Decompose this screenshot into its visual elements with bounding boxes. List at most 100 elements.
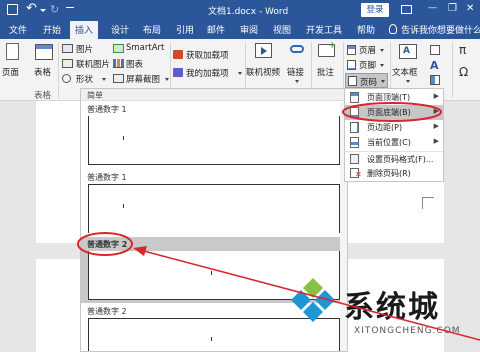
equation-icon[interactable]: π	[459, 44, 466, 56]
group-divider	[58, 42, 59, 98]
submenu-arrow-icon: ▶	[433, 92, 439, 100]
comment-label: 批注	[317, 68, 335, 78]
comment-plus-icon: +	[328, 40, 337, 51]
table-button[interactable]: 表格	[31, 41, 57, 87]
menu-item-top-of-page[interactable]: 页面顶端(T) ▶	[345, 90, 443, 105]
menu-item-label: 页边距(P)	[367, 123, 403, 132]
tab-file[interactable]: 文件	[9, 23, 27, 36]
shapes-dropdown-icon	[102, 78, 106, 81]
undo-icon[interactable]: ↶	[26, 1, 37, 17]
tab-insert[interactable]: 插入	[70, 21, 99, 39]
login-label: 登录	[366, 5, 384, 15]
chart-label: 图表	[126, 60, 144, 70]
my-addins-label: 我的加载项	[186, 69, 229, 79]
online-pictures-button[interactable]: 联机图片	[62, 57, 114, 71]
page-bottom-icon	[350, 107, 359, 118]
tab-review[interactable]: 审阅	[240, 23, 258, 36]
comment-button[interactable]: + 批注	[314, 41, 340, 87]
footer-button[interactable]: 页脚	[347, 58, 389, 72]
menu-item-page-margins[interactable]: 页边距(P) ▶	[345, 120, 443, 135]
my-addins-button[interactable]: 我的加载项	[173, 66, 243, 80]
footer-icon	[347, 60, 356, 70]
tab-references[interactable]: 引用	[176, 23, 194, 36]
menu-item-remove-page-numbers[interactable]: ✕ 删除页码(R)	[345, 166, 443, 181]
chart-button[interactable]: 图表	[113, 57, 153, 71]
gallery-item-label: 普通数字 2	[87, 240, 128, 249]
page-number-label: 页码	[360, 78, 378, 88]
menu-item-label: 当前位置(C)	[367, 138, 411, 147]
header-dropdown-icon	[380, 49, 384, 52]
my-addins-dropdown-icon	[238, 72, 242, 75]
tab-design[interactable]: 设计	[111, 23, 129, 36]
get-addins-button[interactable]: 获取加载项	[173, 48, 237, 62]
wordart-icon[interactable]: A	[430, 60, 439, 71]
table-icon	[35, 44, 53, 60]
close-button[interactable]: ✕	[466, 3, 474, 14]
title-bar: ↶ ↻ 文档1.docx - Word 登录 — ❐ ✕	[0, 0, 480, 20]
quick-parts-icon[interactable]	[430, 45, 440, 55]
shapes-button[interactable]: 形状	[62, 72, 114, 86]
watermark-logo: 系统城 XITONGCHENG.COM	[288, 268, 480, 352]
minimize-button[interactable]: —	[428, 3, 437, 13]
menu-item-bottom-of-page[interactable]: 页面底端(B) ▶	[345, 105, 443, 120]
menu-item-label: 页面底端(B)	[367, 108, 411, 117]
link-button[interactable]: 链接	[284, 41, 310, 87]
gallery-section-label: 简单	[87, 91, 103, 100]
ribbon-display-options-icon[interactable]	[401, 5, 412, 14]
menu-item-label: 删除页码(R)	[367, 169, 411, 178]
page-number-icon	[348, 76, 357, 86]
menu-item-format-page-numbers[interactable]: 设置页码格式(F)...	[345, 151, 443, 166]
smartart-label: SmartArt	[126, 43, 165, 53]
gallery-item[interactable]: 普通数字 1	[81, 170, 347, 236]
header-label: 页眉	[359, 46, 377, 56]
current-position-icon	[350, 137, 359, 148]
store-icon	[173, 50, 183, 59]
undo-dropdown-icon[interactable]	[40, 9, 46, 12]
screenshot-icon	[113, 74, 124, 83]
menu-item-current-position[interactable]: 当前位置(C) ▶	[345, 135, 443, 150]
screenshot-dropdown-icon	[165, 78, 169, 81]
pages-label: 页面	[2, 68, 20, 78]
gallery-item-preview	[88, 116, 340, 165]
tell-me-search[interactable]: 告诉我你想要做什么	[401, 23, 480, 36]
page-number-mark	[211, 271, 212, 275]
page-number-mark	[211, 337, 212, 341]
screenshot-button[interactable]: 屏幕截图	[113, 72, 169, 86]
textbox-button[interactable]: A 文本框	[391, 41, 425, 87]
login-button[interactable]: 登录	[361, 3, 389, 17]
pages-icon	[6, 43, 19, 60]
lightbulb-icon	[389, 24, 397, 34]
symbol-icon[interactable]: Ω	[459, 66, 468, 78]
chart-icon	[113, 59, 124, 68]
gallery-item-preview	[88, 184, 340, 233]
gallery-section-header: 简单	[81, 89, 347, 101]
smartart-icon	[113, 44, 124, 53]
customize-toolbar-icon[interactable]	[66, 7, 74, 13]
tab-layout[interactable]: 布局	[143, 23, 161, 36]
menu-item-label: 页面顶端(T)	[367, 93, 411, 102]
textbox-label: 文本框	[392, 68, 418, 78]
online-video-label: 联机视频	[246, 68, 281, 78]
group-divider	[452, 42, 453, 98]
page-number-button[interactable]: 页码	[345, 73, 388, 88]
smartart-button[interactable]: SmartArt	[113, 42, 165, 56]
tab-home[interactable]: 开始	[43, 23, 61, 36]
online-video-button[interactable]: 联机视频	[246, 41, 280, 87]
tab-mailings[interactable]: 邮件	[207, 23, 225, 36]
tab-help[interactable]: 帮助	[357, 23, 375, 36]
dropcap-icon[interactable]	[430, 75, 440, 85]
gallery-item-label: 普通数字 1	[87, 105, 127, 114]
footer-label: 页脚	[359, 61, 377, 71]
pictures-label: 图片	[76, 45, 94, 55]
pages-button[interactable]: 页面	[1, 41, 25, 87]
maximize-button[interactable]: ❐	[448, 3, 457, 14]
tab-view[interactable]: 视图	[273, 23, 291, 36]
redo-icon[interactable]: ↻	[50, 2, 59, 18]
gallery-item[interactable]: 普通数字 1	[81, 102, 347, 168]
tab-developer[interactable]: 开发工具	[306, 23, 342, 36]
table-label: 表格	[34, 68, 52, 78]
header-button[interactable]: 页眉	[347, 43, 389, 57]
save-icon[interactable]	[7, 4, 18, 15]
pictures-button[interactable]: 图片	[62, 42, 112, 56]
get-addins-label: 获取加载项	[186, 51, 229, 61]
